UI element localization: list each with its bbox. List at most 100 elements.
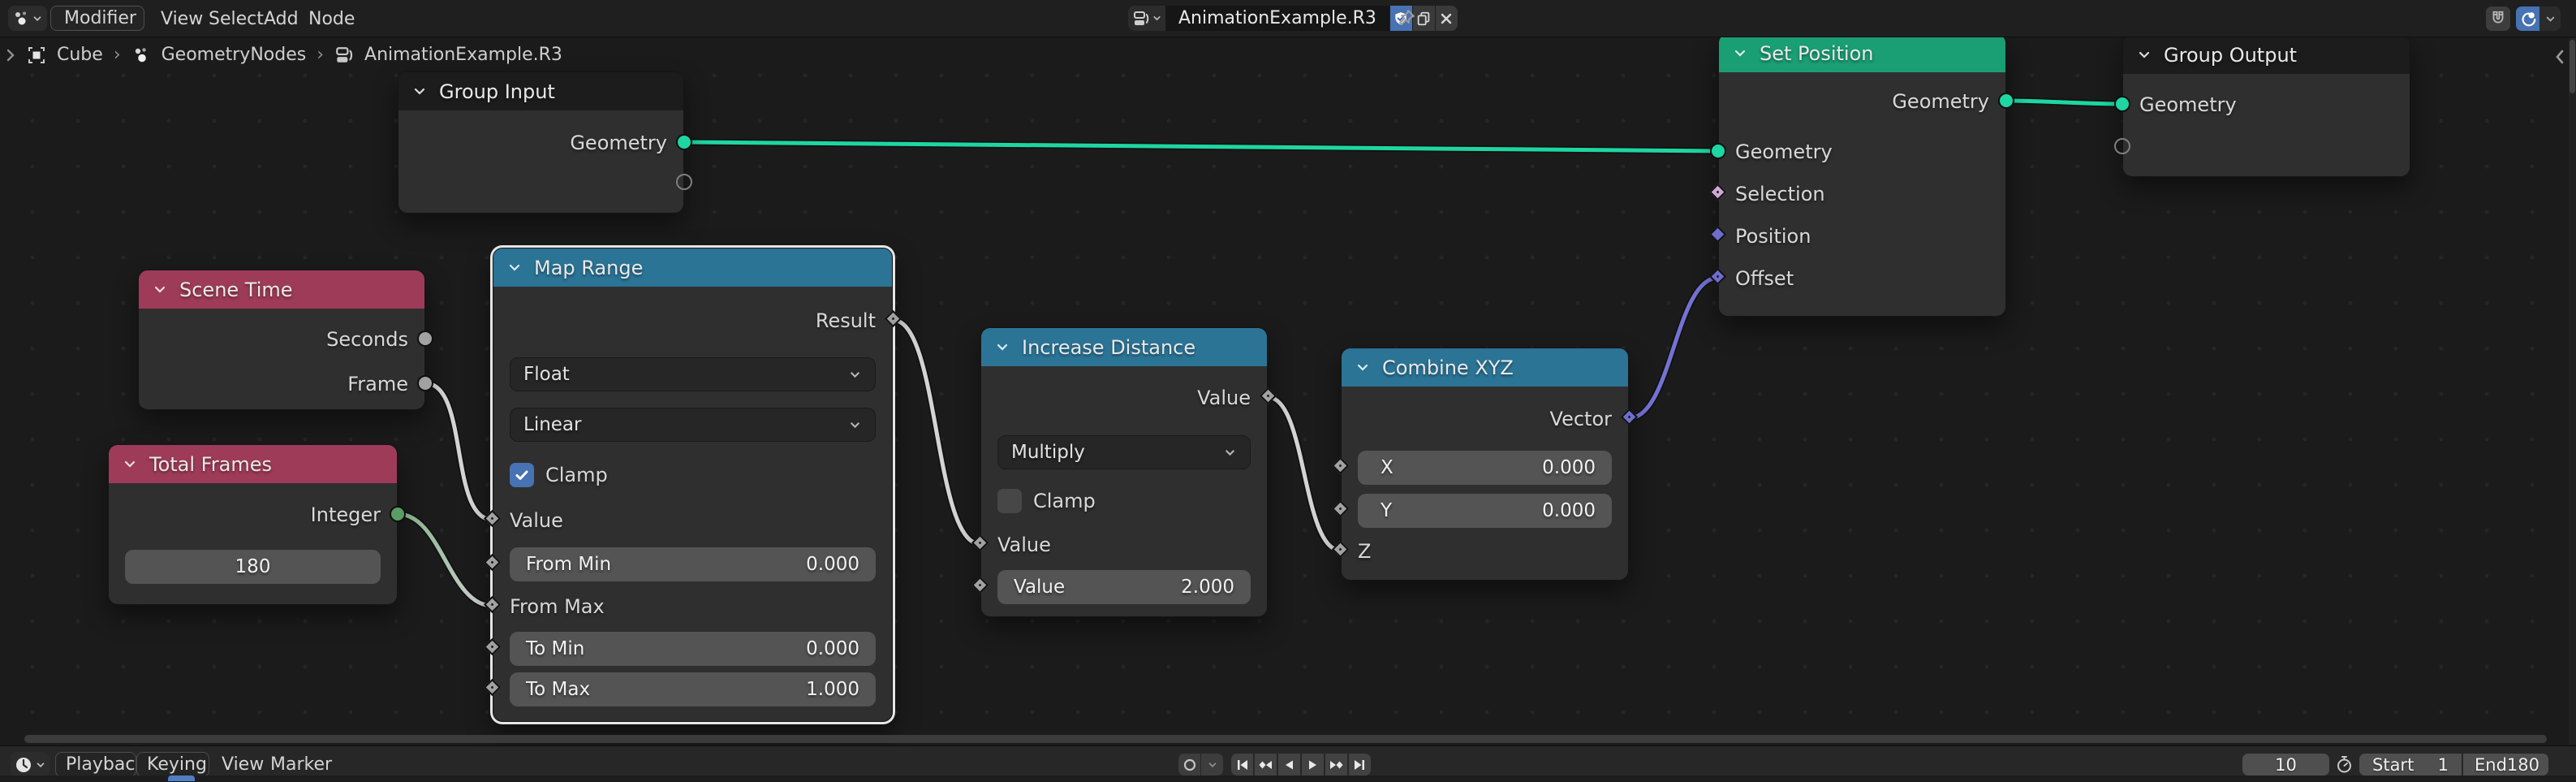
socket-row-value-out: Value [981,384,1267,412]
operation-dropdown[interactable]: Multiply [997,435,1251,469]
node-header[interactable]: Combine XYZ [1342,348,1628,387]
collapse-chevron-icon[interactable] [506,260,523,276]
data-type-dropdown[interactable]: Float [510,357,876,391]
node-header[interactable]: Set Position [1719,34,2005,72]
from-min-field[interactable]: From Min 0.000 [510,547,876,581]
socket-geometry-input[interactable] [2114,96,2130,112]
socket-label: Geometry [570,132,667,154]
use-preview-range-button[interactable] [2334,754,2354,775]
link-vector-to-offset[interactable] [1629,278,1718,418]
dropdown-value: Multiply [1011,442,1085,463]
menu-add[interactable]: Add [259,0,304,37]
node-header[interactable]: Group Output [2123,36,2410,74]
socket-virtual[interactable] [676,174,692,190]
collapse-chevron-icon[interactable] [1732,45,1748,62]
node-header[interactable]: Increase Distance [981,328,1267,366]
y-field[interactable]: Y 0.000 [1358,494,1612,528]
horizontal-scrollbar[interactable] [24,735,2547,743]
node-combine-xyz[interactable]: Combine XYZ Vector X 0.000 Y 0.000 Z [1341,348,1629,581]
frame-end-field[interactable]: End 180 [2463,754,2548,776]
link-integer-to-from-max[interactable] [398,514,493,606]
snapping-toggle-button[interactable] [2486,6,2510,31]
editor-type-selector[interactable] [8,6,47,31]
field-value: 0.000 [806,638,859,659]
node-tree-name-field[interactable]: AnimationExample.R3 [1165,6,1389,31]
socket-row-geometry-out: Geometry [398,129,683,157]
clamp-checkbox[interactable] [997,489,1022,513]
jump-to-start-button[interactable] [1231,754,1253,776]
link-result-to-increase-distance[interactable] [893,320,980,544]
previous-keyframe-button[interactable] [1255,754,1277,776]
node-increase-distance[interactable]: Increase Distance Value Multiply Clamp V… [980,327,1268,617]
snap-mode-button[interactable] [2516,6,2539,31]
x-field[interactable]: X 0.000 [1358,451,1612,485]
jump-to-end-button[interactable] [1349,754,1371,776]
collapse-chevron-icon[interactable] [411,84,428,100]
link-group-input-to-set-position[interactable] [684,142,1718,151]
next-keyframe-button[interactable] [1325,754,1347,776]
browse-node-tree-button[interactable] [1128,6,1165,31]
timeline-editor-selector[interactable] [11,752,50,777]
clamp-checkbox[interactable] [510,463,534,487]
node-editor-canvas[interactable]: Cube › GeometryNodes › AnimationExample.… [0,38,2576,745]
field-label: From Min [526,554,611,575]
node-header[interactable]: Scene Time [139,270,424,309]
socket-label: From Max [510,595,605,618]
collapse-chevron-icon[interactable] [2136,47,2152,63]
timeline-playhead[interactable] [168,776,195,781]
keying-menu[interactable]: Keying [136,752,209,777]
interpolation-dropdown[interactable]: Linear [510,408,876,442]
snap-options-chevron[interactable] [2539,6,2561,31]
field-value: 0.000 [1542,457,1596,478]
link-value-to-combine-z[interactable] [1268,397,1341,551]
socket-virtual[interactable] [2114,138,2130,154]
socket-seconds-output[interactable] [417,331,433,347]
socket-frame-output[interactable] [417,375,433,391]
auto-key-options-chevron[interactable] [1201,754,1223,776]
collapse-chevron-icon[interactable] [122,456,138,473]
socket-geometry-input[interactable] [1710,143,1726,159]
to-min-field[interactable]: To Min 0.000 [510,632,876,666]
clamp-label: Clamp [545,464,608,486]
play-button[interactable] [1302,754,1324,776]
node-set-position[interactable]: Set Position Geometry Geometry Selection… [1718,33,2006,317]
collapse-chevron-icon[interactable] [1355,360,1371,376]
node-scene-time[interactable]: Scene Time Seconds Frame [138,270,425,410]
current-frame-field[interactable]: 10 [2242,754,2329,776]
socket-integer-output[interactable] [390,506,406,522]
menu-view[interactable]: View [156,0,208,37]
snap-target-dropdown[interactable] [2516,6,2561,31]
socket-label: Geometry [1735,140,1833,163]
record-circle-icon [1182,757,1198,773]
to-max-field[interactable]: To Max 1.000 [510,672,876,706]
integer-value-field[interactable]: 180 [125,550,381,584]
pin-button[interactable] [1396,7,1417,28]
play-reverse-button[interactable] [1278,754,1300,776]
node-group-input[interactable]: Group Input Geometry [398,71,684,214]
value-field[interactable]: Value 2.000 [997,570,1251,604]
socket-row-vector-out: Vector [1342,405,1628,433]
node-header[interactable]: Total Frames [109,445,397,483]
socket-label: Offset [1735,267,1794,290]
socket-geometry-output[interactable] [1998,93,2014,109]
node-header[interactable]: Group Input [398,72,683,110]
node-header[interactable]: Map Range [493,248,892,287]
shader-context-dropdown[interactable]: Modifier [50,6,144,31]
timeline-content-strip[interactable] [0,776,2576,781]
node-total-frames[interactable]: Total Frames Integer 180 [108,444,398,605]
link-set-position-to-group-output[interactable] [2006,101,2122,104]
socket-geometry-output[interactable] [676,134,692,150]
menu-node[interactable]: Node [304,0,360,37]
frame-start-field[interactable]: Start 1 [2359,754,2462,776]
socket-row-frame: Frame [139,370,424,398]
node-title: Group Output [2164,44,2297,67]
node-map-range[interactable]: Map Range Result Float Linear Clamp Valu… [493,248,893,722]
node-group-output[interactable]: Group Output Geometry [2122,35,2410,177]
link-frame-to-map-range-value[interactable] [425,383,493,520]
collapse-chevron-icon[interactable] [994,339,1010,356]
playback-menu[interactable]: Playback [55,752,136,777]
collapse-chevron-icon[interactable] [152,282,168,298]
unlink-button[interactable] [1436,6,1458,31]
auto-key-toggle[interactable] [1178,754,1200,776]
chevron-down-icon [848,368,862,382]
